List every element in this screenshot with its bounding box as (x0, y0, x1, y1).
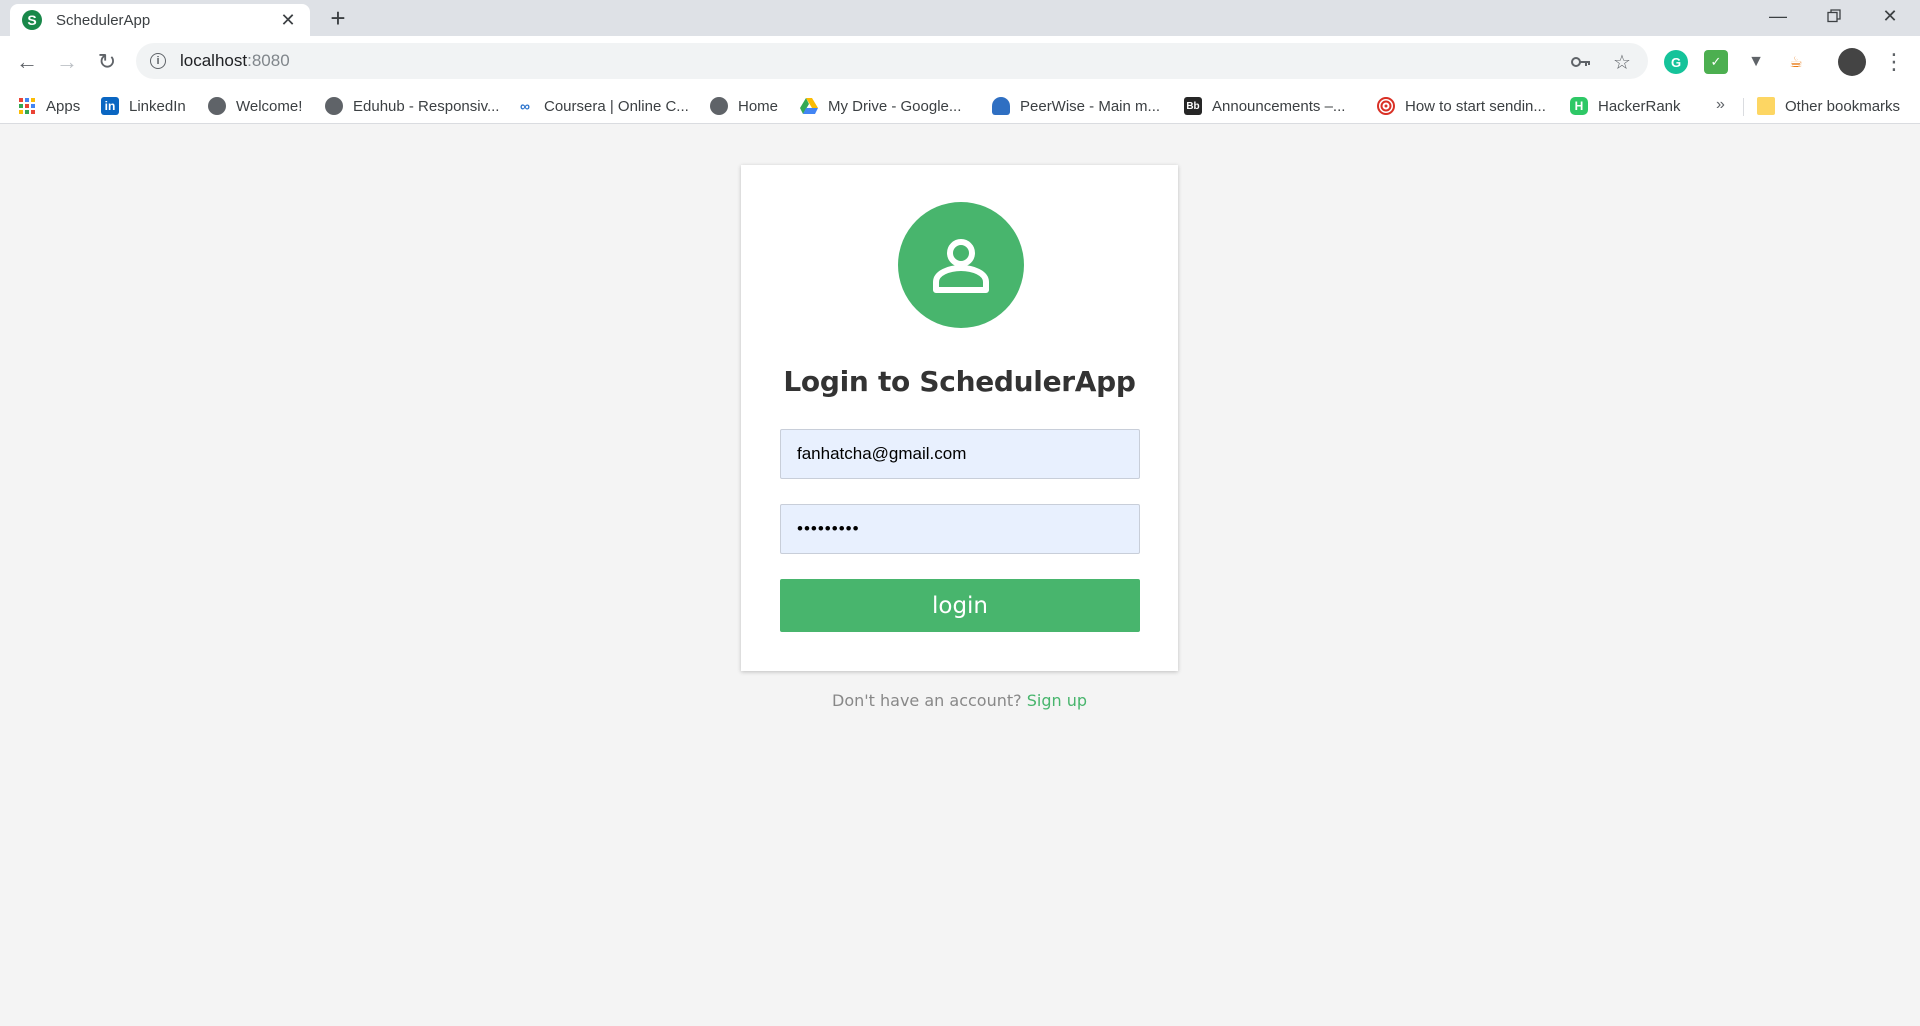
bookmark-welcome[interactable]: Welcome! (208, 96, 302, 116)
inbox-extension-icon[interactable]: ✓ (1704, 50, 1728, 74)
window-close-icon[interactable]: ✕ (1862, 0, 1918, 32)
login-button[interactable]: login (780, 579, 1140, 632)
bookmark-peerwise[interactable]: PeerWise - Main m... (992, 96, 1160, 116)
new-tab-icon[interactable]: + (322, 3, 354, 33)
folder-icon (1757, 97, 1775, 115)
globe-icon (710, 97, 728, 115)
bookmark-label: Welcome! (236, 97, 303, 115)
bookmark-google-drive[interactable]: My Drive - Google... (800, 96, 961, 116)
signup-prompt-text: Don't have an account? (832, 691, 1022, 710)
bookmark-label: How to start sendin... (1405, 97, 1546, 115)
forward-arrow-icon[interactable]: → (51, 46, 83, 78)
bookmark-home[interactable]: Home (710, 96, 778, 116)
bookmark-eduhub[interactable]: Eduhub - Responsiv... (325, 96, 499, 116)
coursera-icon: ∞ (520, 98, 530, 114)
bookmark-label: Coursera | Online C... (544, 97, 689, 115)
bookmark-apps[interactable]: Apps (18, 96, 80, 116)
signup-link[interactable]: Sign up (1027, 691, 1087, 710)
bookmarks-overflow-icon[interactable]: » (1716, 96, 1725, 114)
bookmark-label: HackerRank (1598, 97, 1681, 115)
bookmark-linkedin[interactable]: in LinkedIn (101, 96, 186, 116)
java-extension-icon[interactable]: ☕ (1784, 50, 1808, 74)
user-icon (933, 239, 989, 293)
peerwise-icon (992, 97, 1010, 115)
target-icon (1377, 97, 1395, 115)
blackboard-icon: Bb (1184, 97, 1202, 115)
site-info-icon[interactable]: i (150, 53, 166, 69)
password-field[interactable] (780, 504, 1140, 554)
restore-icon[interactable] (1806, 0, 1862, 32)
scheduler-favicon-icon: S (22, 10, 42, 30)
globe-icon (208, 97, 226, 115)
tab-close-icon[interactable]: ✕ (278, 10, 298, 31)
login-card: Login to SchedulerApp login (741, 165, 1178, 671)
bookmark-other-bookmarks[interactable]: Other bookmarks (1757, 96, 1900, 116)
bookmark-label: Announcements –... (1212, 97, 1346, 115)
bookmark-how-to-start[interactable]: How to start sendin... (1377, 96, 1546, 116)
bookmark-star-icon[interactable]: ☆ (1611, 51, 1633, 74)
browser-tab-strip: S SchedulerApp ✕ + — ✕ (0, 0, 1920, 36)
signup-prompt: Don't have an account? Sign up (741, 691, 1178, 710)
bookmark-label: My Drive - Google... (828, 97, 962, 115)
profile-avatar[interactable] (1838, 48, 1866, 76)
reload-icon[interactable]: ↻ (91, 46, 123, 78)
bookmark-label: PeerWise - Main m... (1020, 97, 1161, 115)
login-title: Login to SchedulerApp (783, 365, 1136, 398)
address-bar[interactable]: i localhost:8080 ☆ (136, 43, 1648, 79)
bookmark-announcements[interactable]: Bb Announcements –... (1184, 96, 1345, 116)
bookmark-label: Other bookmarks (1785, 97, 1901, 115)
bookmarks-bar: Apps in LinkedIn Welcome! Eduhub - Respo… (0, 88, 1920, 124)
linkedin-icon: in (101, 97, 119, 115)
bookmark-coursera[interactable]: ∞ Coursera | Online C... (516, 96, 689, 116)
globe-icon (325, 97, 343, 115)
tab-title: SchedulerApp (56, 11, 151, 29)
vue-devtools-extension-icon[interactable]: ▼ (1744, 50, 1768, 74)
minimize-icon[interactable]: — (1750, 0, 1806, 32)
address-host: localhost (180, 51, 248, 70)
bookmark-label: Apps (46, 97, 81, 115)
bookmarks-divider (1743, 98, 1744, 116)
hackerrank-icon: H (1570, 97, 1588, 115)
back-arrow-icon[interactable]: ← (11, 46, 43, 78)
google-drive-icon (800, 97, 818, 115)
bookmark-hackerrank[interactable]: H HackerRank (1570, 96, 1681, 116)
email-field[interactable] (780, 429, 1140, 479)
address-port: :8080 (247, 51, 290, 70)
grammarly-extension-icon[interactable]: G (1664, 50, 1688, 74)
browser-toolbar: ← → ↻ i localhost:8080 ☆ G ✓ ▼ ☕ ⋮ (0, 36, 1920, 88)
browser-menu-icon[interactable]: ⋮ (1880, 48, 1908, 76)
browser-tab[interactable]: S SchedulerApp ✕ (10, 4, 310, 36)
key-icon[interactable] (1570, 51, 1592, 73)
bookmark-label: Eduhub - Responsiv... (353, 97, 500, 115)
apps-grid-icon (18, 97, 36, 115)
bookmark-label: Home (738, 97, 779, 115)
bookmark-label: LinkedIn (129, 97, 186, 115)
user-avatar (898, 202, 1024, 328)
